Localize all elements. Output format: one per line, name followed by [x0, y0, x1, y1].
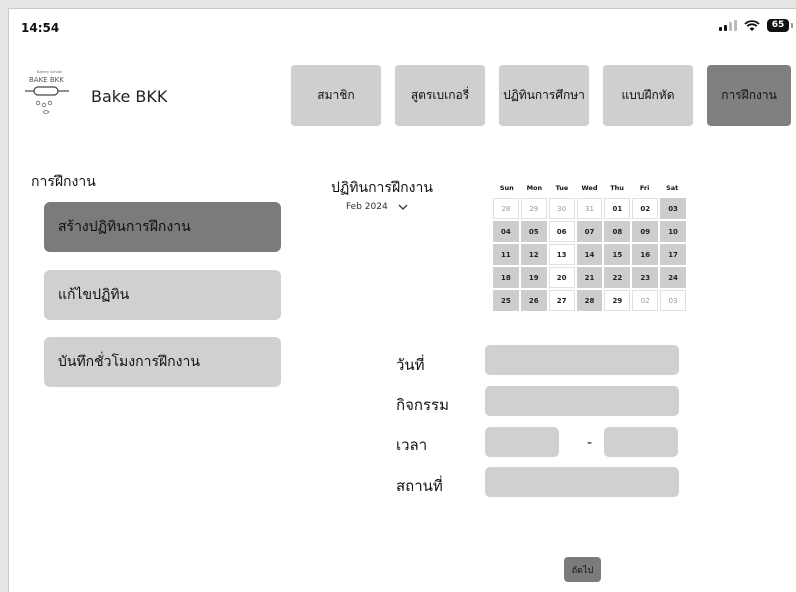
weekday-label: Sun — [499, 184, 514, 192]
weekday-label: Sat — [666, 184, 679, 192]
calendar-day[interactable]: 02 — [632, 198, 659, 219]
calendar-day[interactable]: 11 — [493, 244, 519, 265]
activity-label: กิจกรรม — [396, 396, 449, 414]
weekday-label: Tue — [555, 184, 569, 192]
calendar-day[interactable]: 04 — [493, 221, 519, 242]
calendar-day[interactable]: 22 — [604, 267, 631, 288]
calendar-day[interactable]: 13 — [548, 244, 575, 265]
nav-recipes[interactable]: สูตรเบเกอรี่ — [395, 65, 485, 126]
battery-icon: 65 — [767, 19, 793, 32]
calendar-day[interactable]: 27 — [548, 290, 575, 311]
create-internship-calendar-button[interactable]: สร้างปฏิทินการฝึกงาน — [44, 202, 281, 252]
time-start-field[interactable] — [485, 427, 559, 457]
place-label: สถานที่ — [396, 477, 443, 495]
calendar-day[interactable]: 26 — [520, 290, 547, 311]
status-time: 14:54 — [21, 21, 60, 35]
weekday-label: Wed — [581, 184, 598, 192]
calendar-day[interactable]: 10 — [660, 221, 686, 242]
wifi-icon — [744, 19, 760, 31]
calendar-day[interactable]: 31 — [576, 198, 603, 219]
calendar-day[interactable]: 15 — [604, 244, 631, 265]
place-field[interactable] — [485, 467, 679, 497]
weekday-label: Thu — [610, 184, 624, 192]
edit-calendar-button[interactable]: แก้ไขปฏิทิน — [44, 270, 281, 320]
calendar-day[interactable]: 09 — [632, 221, 659, 242]
calendar-day[interactable]: 21 — [576, 267, 603, 288]
weekday-label: Mon — [526, 184, 543, 192]
calendar-day[interactable]: 02 — [632, 290, 659, 311]
log-internship-hours-button[interactable]: บันทึกชั่วโมงการฝึกงาน — [44, 337, 281, 387]
weekday-label: Fri — [639, 184, 650, 192]
weekday-header: Sun Mon Tue Wed Thu Fri Sat — [493, 178, 686, 198]
calendar-day[interactable]: 28 — [493, 198, 519, 219]
signal-icon — [719, 20, 737, 31]
calendar-day[interactable]: 29 — [604, 290, 631, 311]
calendar-day[interactable]: 12 — [520, 244, 547, 265]
calendar-day[interactable]: 18 — [493, 267, 519, 288]
calendar-day[interactable]: 23 — [632, 267, 659, 288]
logo: Bakery School BAKE BKK — [23, 67, 83, 127]
calendar-day[interactable]: 30 — [548, 198, 575, 219]
calendar-day[interactable]: 14 — [576, 244, 603, 265]
calendar-day[interactable]: 05 — [520, 221, 547, 242]
date-field[interactable] — [485, 345, 679, 375]
calendar-day[interactable]: 29 — [520, 198, 547, 219]
calendar-day[interactable]: 03 — [660, 290, 686, 311]
calendar-day[interactable]: 25 — [493, 290, 519, 311]
status-icons: 65 — [719, 19, 793, 32]
calendar-day[interactable]: 01 — [604, 198, 631, 219]
calendar: Sun Mon Tue Wed Thu Fri Sat 28 29 30 31 01 02 03 04 05… — [493, 178, 686, 311]
calendar-day[interactable]: 24 — [660, 267, 686, 288]
section-title: การฝึกงาน — [31, 174, 96, 190]
calendar-day[interactable]: 16 — [632, 244, 659, 265]
date-label: วันที่ — [396, 356, 425, 374]
nav-exercises[interactable]: แบบฝึกหัด — [603, 65, 693, 126]
time-end-field[interactable] — [604, 427, 678, 457]
calendar-day[interactable]: 28 — [576, 290, 603, 311]
chevron-down-icon — [398, 204, 408, 210]
nav-academic-calendar[interactable]: ปฏิทินการศึกษา — [499, 65, 589, 126]
calendar-day[interactable]: 03 — [660, 198, 686, 219]
calendar-day[interactable]: 08 — [604, 221, 631, 242]
nav-internship[interactable]: การฝึกงาน — [707, 65, 791, 126]
svg-text:Bakery School: Bakery School — [37, 70, 62, 74]
status-bar: 14:54 65 — [9, 9, 796, 45]
brand-name: Bake BKK — [91, 87, 168, 106]
calendar-day[interactable]: 19 — [520, 267, 547, 288]
calendar-day[interactable]: 06 — [548, 221, 575, 242]
activity-field[interactable] — [485, 386, 679, 416]
calendar-grid: 28 29 30 31 01 02 03 04 05 06 07 08 09 10 11 12 13 14 15 16… — [493, 198, 686, 311]
app-window: 14:54 65 Bakery School BAKE BKK Bake BKK… — [8, 8, 796, 592]
calendar-day[interactable]: 07 — [576, 221, 603, 242]
calendar-title: ปฏิทินการฝึกงาน — [331, 180, 433, 196]
nav-members[interactable]: สมาชิก — [291, 65, 381, 126]
calendar-day[interactable]: 17 — [660, 244, 686, 265]
svg-text:BAKE BKK: BAKE BKK — [29, 76, 64, 84]
time-label: เวลา — [396, 436, 428, 454]
month-select[interactable]: Feb 2024 — [346, 202, 408, 212]
next-button[interactable]: ถัดไป — [564, 557, 601, 582]
month-label: Feb 2024 — [346, 202, 388, 212]
calendar-day[interactable]: 20 — [548, 267, 575, 288]
time-separator: - — [587, 435, 593, 451]
